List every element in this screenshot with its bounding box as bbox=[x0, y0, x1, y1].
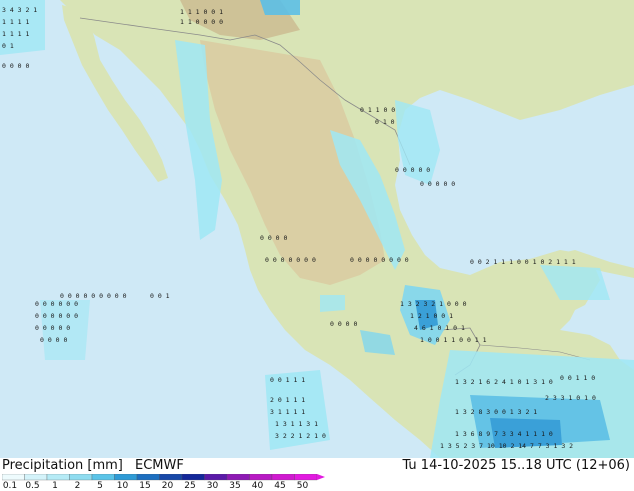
grid-value: 0 0 0 0 0 0 0 bbox=[265, 256, 316, 264]
scale-swatch bbox=[181, 474, 205, 481]
grid-value: 1 1 0 0 0 0 bbox=[180, 18, 223, 26]
scale-swatch bbox=[249, 474, 273, 481]
scale-swatch bbox=[294, 474, 318, 481]
grid-value: 3 1 1 1 1 bbox=[270, 408, 305, 416]
scale-swatch bbox=[226, 474, 250, 481]
grid-value: 2 0 1 1 1 bbox=[270, 396, 305, 404]
grid-value: 0 1 bbox=[2, 42, 14, 50]
scale-swatch bbox=[24, 474, 48, 481]
scale-swatch bbox=[69, 474, 93, 481]
scale-arrow bbox=[317, 474, 325, 480]
grid-value: 1 1 1 0 0 1 bbox=[180, 8, 223, 16]
scale-swatch bbox=[114, 474, 138, 481]
grid-value: 0 0 0 0 bbox=[260, 234, 287, 242]
map-canvas: 3 4 3 2 1 1 1 1 1 1 1 1 1 0 1 0 0 0 0 1 … bbox=[0, 0, 634, 458]
grid-value: 1 1 1 1 bbox=[2, 18, 29, 26]
run-time-label: Tu 14-10-2025 15..18 UTC (12+06) bbox=[402, 458, 630, 473]
grid-value: 0 0 0 0 0 0 bbox=[35, 300, 78, 308]
grid-value: 0 0 1 1 1 bbox=[270, 376, 305, 384]
scale-swatch bbox=[136, 474, 160, 481]
grid-value: 0 0 0 0 bbox=[330, 320, 357, 328]
grid-value: 1 3 2 1 6 2 4 1 0 1 3 1 0 bbox=[455, 378, 553, 386]
grid-value: 0 0 0 0 bbox=[40, 336, 67, 344]
precipitation-map[interactable]: 3 4 3 2 1 1 1 1 1 1 1 1 1 0 1 0 0 0 0 1 … bbox=[0, 0, 634, 458]
grid-value: 0 0 1 bbox=[150, 292, 170, 300]
grid-value: 2 3 3 1 0 1 0 bbox=[545, 394, 596, 402]
grid-value: 1 2 1 0 0 1 bbox=[410, 312, 453, 320]
map-title: Precipitation [mm] ECMWF bbox=[2, 458, 184, 473]
map-footer: Precipitation [mm] ECMWF Tu 14-10-2025 1… bbox=[0, 458, 634, 491]
grid-value: 0 0 0 0 0 0 0 0 bbox=[350, 256, 409, 264]
grid-value: 1 3 2 3 2 1 0 0 0 bbox=[400, 300, 467, 308]
scale-swatch bbox=[204, 474, 228, 481]
grid-value: 4 6 1 0 1 0 1 bbox=[414, 324, 465, 332]
grid-value: 1 3 2 8 3 0 0 1 3 2 1 bbox=[455, 408, 537, 416]
grid-value: 1 1 1 1 bbox=[2, 30, 29, 38]
grid-value: 0 0 0 0 0 0 0 0 0 bbox=[60, 292, 127, 300]
grid-value: 0 1 0 bbox=[375, 118, 395, 126]
model-label: ECMWF bbox=[135, 458, 184, 473]
scale-swatch bbox=[2, 474, 25, 481]
scale-swatch bbox=[159, 474, 183, 481]
scale-swatch bbox=[91, 474, 115, 481]
grid-value: 1 3 6 8 9 7 3 3 4 1 1 1 0 bbox=[455, 430, 553, 438]
scale-swatch bbox=[271, 474, 295, 481]
scale-swatch bbox=[46, 474, 70, 481]
grid-value: 0 0 0 0 0 bbox=[395, 166, 430, 174]
grid-value: 3 2 2 1 2 1 0 bbox=[275, 432, 326, 440]
grid-value: 1 3 5 2 3 7 10 10 2 14 7 7 3 1 3 2 bbox=[440, 442, 573, 450]
grid-value: 0 0 0 0 0 0 bbox=[35, 312, 78, 320]
grid-value: 0 0 0 0 0 bbox=[35, 324, 70, 332]
grid-value: 1 0 0 1 1 0 0 1 1 bbox=[420, 336, 487, 344]
grid-value: 0 0 0 0 bbox=[2, 62, 29, 70]
grid-value: 3 4 3 2 1 bbox=[2, 6, 37, 14]
variable-label: Precipitation [mm] bbox=[2, 458, 123, 473]
grid-value: 1 3 1 1 3 1 bbox=[275, 420, 318, 428]
grid-value: 0 0 0 0 0 bbox=[420, 180, 455, 188]
grid-value: 0 0 1 1 0 bbox=[560, 374, 595, 382]
grid-value: 0 1 1 0 0 bbox=[360, 106, 395, 114]
grid-value: 0 0 2 1 1 1 0 0 1 0 2 1 1 1 bbox=[470, 258, 576, 266]
